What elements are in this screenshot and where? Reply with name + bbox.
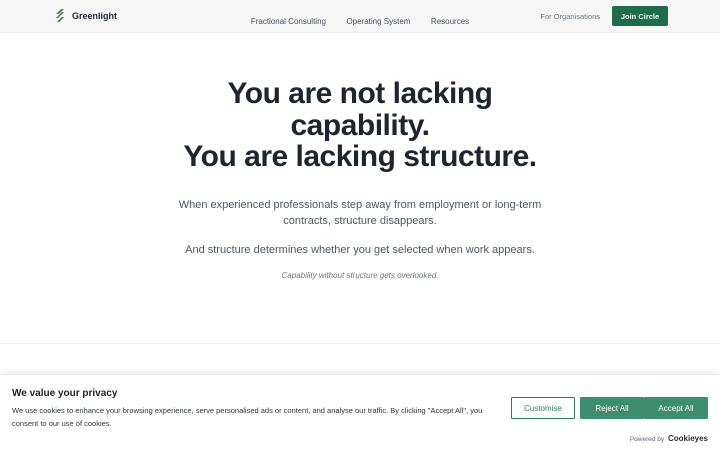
hero-paragraph-2: And structure determines whether you get… xyxy=(185,243,535,256)
section-divider xyxy=(0,343,720,344)
nav-resources[interactable]: Resources xyxy=(431,17,469,26)
hero-section: You are not lacking capability. You are … xyxy=(0,78,720,280)
customise-button[interactable]: Customise xyxy=(511,397,575,419)
cookieyes-link[interactable]: Cookieyes xyxy=(668,434,708,443)
hero-title-line-2: capability. xyxy=(290,108,431,142)
accept-all-button[interactable]: Accept All xyxy=(644,397,708,419)
site-header: Greenlight Fractional Consulting Operati… xyxy=(0,0,720,33)
cookie-banner-title: We value your privacy xyxy=(12,388,118,399)
join-circle-button[interactable]: Join Circle xyxy=(612,6,668,26)
hero-note: Capability without structure gets overlo… xyxy=(281,270,439,280)
logo-link[interactable]: Greenlight xyxy=(55,9,117,22)
nav-operating-system[interactable]: Operating System xyxy=(346,17,410,26)
cookie-banner: We value your privacy We use cookies to … xyxy=(0,374,720,450)
hero-title-line-1: You are not lacking xyxy=(227,77,494,110)
powered-by-label: Powered by xyxy=(629,436,665,443)
logo-text: Greenlight xyxy=(72,10,118,21)
hero-paragraph-1: When experienced professionals step away… xyxy=(178,198,542,228)
hero-title-line-3: You are lacking structure. xyxy=(183,140,537,173)
powered-by: Powered by Cookieyes xyxy=(630,434,708,443)
nav-fractional-consulting[interactable]: Fractional Consulting xyxy=(251,17,326,26)
reject-all-button[interactable]: Reject All xyxy=(580,397,644,419)
hero-title: You are not lacking capability. You are … xyxy=(0,78,720,173)
cookie-banner-text: We use cookies to enhance your browsing … xyxy=(12,406,483,428)
for-organisations-link[interactable]: For Organisations xyxy=(540,12,600,21)
leaf-logo-icon xyxy=(55,9,65,22)
